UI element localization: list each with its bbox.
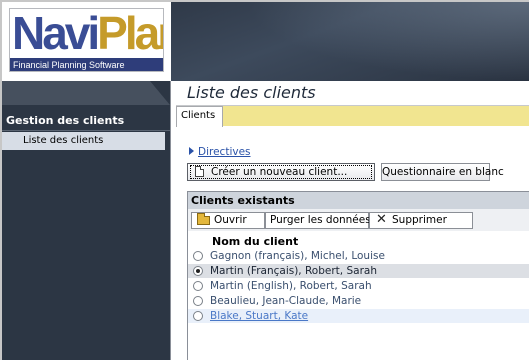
radio-icon[interactable]	[193, 251, 203, 261]
purge-data-button[interactable]: Purger les données...	[265, 212, 381, 229]
client-name: Beaulieu, Jean-Claude, Marie	[210, 295, 362, 307]
client-name-link[interactable]: Blake, Stuart, Kate	[210, 310, 308, 322]
sidebar-top-strip	[2, 81, 170, 105]
delete-button-label: Supprimer	[392, 214, 447, 226]
logo-area: NaviPlan Financial Planning Software	[2, 2, 171, 81]
open-button[interactable]: Ouvrir	[191, 212, 265, 229]
directives-link-row: Directives	[189, 145, 251, 159]
logo-tagline: Financial Planning Software	[10, 58, 163, 71]
sidebar: Gestion des clients Liste des clients	[2, 81, 170, 360]
client-row[interactable]: Gagnon (français), Michel, Louise	[188, 249, 529, 263]
naviplan-logo: NaviPlan Financial Planning Software	[9, 8, 164, 72]
x-delete-icon: ✕	[376, 212, 387, 227]
page-title: Liste des clients	[187, 83, 316, 102]
logo-wordmark: NaviPlan	[12, 8, 163, 59]
panel-toolbar: Ouvrir Purger les données... ✕ Supprimer	[188, 209, 529, 231]
sidebar-item-client-list[interactable]: Liste des clients	[2, 132, 165, 150]
client-name: Martin (Français), Robert, Sarah	[210, 265, 377, 277]
radio-icon[interactable]	[193, 296, 203, 306]
main-content: Liste des clients Clients Directives Cré…	[170, 81, 529, 360]
delete-button[interactable]: ✕ Supprimer	[369, 212, 473, 229]
create-client-label: Créer un nouveau client...	[211, 166, 348, 178]
panel-header: Clients existants	[188, 192, 529, 209]
directives-link[interactable]: Directives	[198, 146, 251, 158]
radio-icon[interactable]	[193, 311, 203, 321]
radio-checked-icon[interactable]	[193, 266, 203, 276]
document-icon	[195, 166, 204, 177]
tab-bar: Clients	[176, 106, 529, 127]
client-row[interactable]: Martin (English), Robert, Sarah	[188, 279, 529, 293]
header-decoration	[245, 2, 529, 81]
client-name: Martin (English), Robert, Sarah	[210, 280, 372, 292]
sidebar-section-title: Gestion des clients	[2, 111, 170, 131]
blank-questionnaire-button[interactable]: Questionnaire en blanc	[381, 163, 504, 181]
sidebar-notch	[150, 81, 170, 105]
triangle-right-icon	[189, 147, 194, 155]
tab-clients[interactable]: Clients	[176, 106, 223, 127]
client-row[interactable]: Beaulieu, Jean-Claude, Marie	[188, 294, 529, 308]
existing-clients-panel: Clients existants Ouvrir Purger les donn…	[187, 191, 529, 360]
client-row-selected[interactable]: Martin (Français), Robert, Sarah	[188, 264, 529, 278]
open-button-label: Ouvrir	[214, 214, 247, 226]
client-name: Gagnon (français), Michel, Louise	[210, 250, 385, 262]
logo-name-part1: Navi	[12, 8, 100, 59]
folder-open-icon	[197, 213, 210, 225]
radio-icon[interactable]	[193, 281, 203, 291]
client-row[interactable]: Blake, Stuart, Kate	[188, 309, 529, 323]
create-client-button[interactable]: Créer un nouveau client...	[187, 163, 375, 181]
column-header-client-name: Nom du client	[212, 235, 299, 248]
logo-name-part2: Plan	[97, 8, 163, 59]
